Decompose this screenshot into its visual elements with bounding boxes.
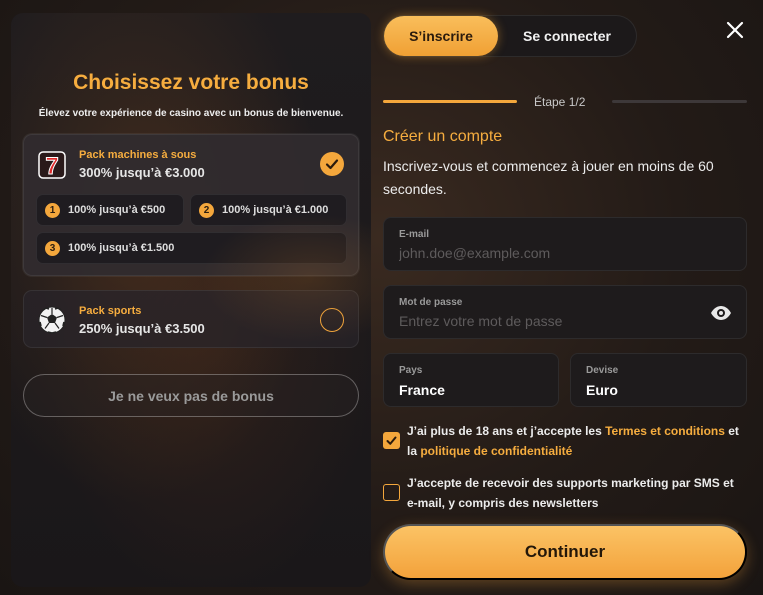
- pack-name: Pack machines à sous: [79, 149, 197, 161]
- close-icon[interactable]: [725, 20, 745, 40]
- password-field[interactable]: Mot de passe: [383, 285, 747, 339]
- tab-login[interactable]: Se connecter: [498, 16, 636, 56]
- country-label: Pays: [399, 365, 423, 376]
- option-label: 100% jusqu’à €1.500: [68, 242, 175, 254]
- bonus-panel: Choisissez votre bonus Élevez votre expé…: [11, 13, 371, 587]
- progress-bar-filled: [383, 100, 517, 103]
- selected-check-icon[interactable]: [320, 152, 344, 176]
- option-number-badge: 1: [45, 202, 60, 218]
- password-input[interactable]: [399, 313, 689, 329]
- pack-value: 300% jusqu’à €3.000: [79, 165, 205, 180]
- terms-checkbox[interactable]: [383, 432, 400, 449]
- step-indicator: Étape 1/2: [534, 95, 586, 109]
- currency-label: Devise: [586, 365, 619, 376]
- form-title: Créer un compte: [383, 128, 503, 145]
- progress-bar-remaining: [612, 100, 747, 103]
- bonus-title: Choisissez votre bonus: [73, 71, 309, 94]
- slot-seven-icon: 7: [38, 151, 66, 180]
- country-select[interactable]: Pays France: [383, 353, 559, 407]
- svg-text:7: 7: [45, 153, 58, 180]
- currency-value: Euro: [586, 382, 618, 398]
- form-subtitle: Inscrivez-vous et commencez à jouer en m…: [383, 158, 714, 197]
- bonus-subtitle: Élevez votre expérience de casino avec u…: [38, 108, 344, 119]
- auth-tabs: S’inscrire Se connecter: [383, 15, 637, 57]
- option-label: 100% jusqu’à €500: [68, 204, 166, 216]
- bonus-option-1[interactable]: 1 100% jusqu’à €500: [36, 194, 184, 226]
- terms-text: J’ai plus de 18 ans et j’accepte les Ter…: [407, 421, 747, 461]
- tab-register[interactable]: S’inscrire: [384, 16, 498, 56]
- registration-modal: Choisissez votre bonus Élevez votre expé…: [0, 0, 763, 595]
- option-number-badge: 3: [45, 240, 60, 256]
- option-label: 100% jusqu’à €1.000: [222, 204, 329, 216]
- terms-link[interactable]: Termes et conditions: [605, 424, 725, 438]
- bonus-option-2[interactable]: 2 100% jusqu’à €1.000: [190, 194, 347, 226]
- password-label: Mot de passe: [399, 297, 463, 308]
- unselected-radio[interactable]: [320, 308, 344, 332]
- email-input[interactable]: [399, 245, 689, 261]
- no-bonus-button[interactable]: Je ne veux pas de bonus: [23, 374, 359, 417]
- country-value: France: [399, 382, 445, 398]
- marketing-text: J’accepte de recevoir des supports marke…: [407, 476, 734, 510]
- continue-button[interactable]: Continuer: [383, 524, 747, 580]
- eye-icon[interactable]: [710, 305, 732, 321]
- currency-select[interactable]: Devise Euro: [570, 353, 747, 407]
- slots-pack-card[interactable]: 7 Pack machines à sous 300% jusqu’à €3.0…: [23, 134, 359, 276]
- terms-text-before: J’ai plus de 18 ans et j’accepte les: [407, 424, 606, 438]
- sports-pack-card[interactable]: Pack sports 250% jusqu’à €3.500: [23, 290, 359, 348]
- email-label: E-mail: [399, 229, 430, 240]
- marketing-checkbox[interactable]: [383, 484, 400, 501]
- email-field[interactable]: E-mail: [383, 217, 747, 271]
- pack-value: 250% jusqu’à €3.500: [79, 321, 205, 336]
- privacy-link[interactable]: politique de confidentialité: [420, 444, 572, 458]
- pack-name: Pack sports: [79, 305, 142, 317]
- bonus-option-3[interactable]: 3 100% jusqu’à €1.500: [36, 232, 347, 264]
- soccer-ball-icon: [38, 306, 66, 334]
- option-number-badge: 2: [199, 202, 214, 218]
